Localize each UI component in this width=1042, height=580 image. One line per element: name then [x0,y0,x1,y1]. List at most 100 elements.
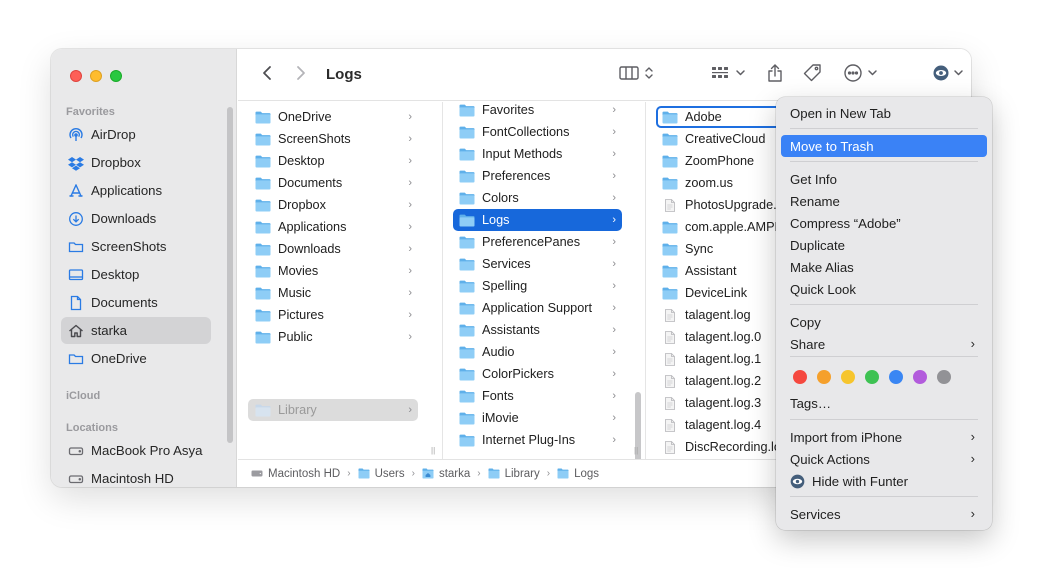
folder-icon [255,177,271,189]
tag-color-dot[interactable] [865,370,879,384]
folder-row[interactable]: ScreenShots › [248,128,418,150]
folder-row[interactable]: Logs › [453,209,622,231]
tag-color-dot[interactable] [793,370,807,384]
file-row[interactable]: PhotosUpgrade.l [656,194,776,216]
folder-icon [662,155,678,167]
folder-row[interactable]: Fonts › [453,385,622,407]
tag-color-dot[interactable] [817,370,831,384]
menu-item-make-alias[interactable]: Make Alias [781,256,987,278]
menu-item-share[interactable]: Share › [781,333,987,355]
folder-row[interactable]: Assistant [656,260,776,282]
folder-row[interactable]: Downloads › [248,238,418,260]
sidebar-item-starka[interactable]: starka [61,317,211,344]
zoom-window-button[interactable] [110,70,122,82]
sidebar-item-onedrive[interactable]: OneDrive [61,345,211,372]
file-row[interactable]: talagent.log [656,304,776,326]
menu-item-import-from-iphone[interactable]: Import from iPhone › [781,426,987,448]
folder-row[interactable]: FontCollections › [453,121,622,143]
folder-row[interactable]: ZoomPhone [656,150,776,172]
folder-row[interactable]: Desktop › [248,150,418,172]
folder-row[interactable]: Application Support › [453,297,622,319]
sidebar-item-macbook-pro[interactable]: MacBook Pro Asya [61,437,211,464]
share-button[interactable] [764,63,786,87]
sidebar-item-applications[interactable]: Applications [61,177,211,204]
menu-item-hide-with-funter[interactable]: Hide with Funter [781,470,987,492]
path-segment-label: Library [504,467,540,480]
folder-row[interactable]: com.apple.AMPL [656,216,776,238]
folder-row[interactable]: Favorites › [453,102,622,121]
folder-row[interactable]: Pictures › [248,304,418,326]
path-segment[interactable]: Logs [557,468,599,480]
path-segment[interactable]: Users [358,468,405,480]
file-row[interactable]: talagent.log.2 [656,370,776,392]
sidebar-item-macintosh-hd[interactable]: Macintosh HD [61,465,211,487]
forward-button[interactable] [292,63,310,87]
menu-item-quick-actions[interactable]: Quick Actions › [781,448,987,470]
file-row[interactable]: DiscRecording.lo [656,436,776,458]
folder-row[interactable]: iMovie › [453,407,622,429]
folder-row[interactable]: Internet Plug-Ins › [453,429,622,451]
folder-row[interactable]: Assistants › [453,319,622,341]
menu-item-rename[interactable]: Rename [781,190,987,212]
tag-color-dot[interactable] [913,370,927,384]
folder-row[interactable]: DeviceLink [656,282,776,304]
back-button[interactable] [258,63,276,87]
sidebar-scrollbar[interactable] [227,107,233,443]
funter-button[interactable] [932,63,966,87]
menu-item-duplicate[interactable]: Duplicate [781,234,987,256]
column-resize-handle[interactable]: || [634,446,638,455]
folder-row[interactable]: Movies › [248,260,418,282]
path-segment[interactable]: Library [488,468,540,480]
menu-item-compress-adobe[interactable]: Compress “Adobe” [781,212,987,234]
menu-item-open-in-new-tab[interactable]: Open in New Tab [781,102,987,124]
menu-item-services[interactable]: Services › [781,503,987,525]
tag-color-dot[interactable] [841,370,855,384]
tag-button[interactable] [802,63,824,87]
folder-row[interactable]: Music › [248,282,418,304]
file-row[interactable]: talagent.log.1 [656,348,776,370]
folder-row[interactable]: zoom.us [656,172,776,194]
folder-row[interactable]: Colors › [453,187,622,209]
menu-item-quick-look[interactable]: Quick Look [781,278,987,300]
folder-row[interactable]: Services › [453,253,622,275]
menu-item-copy[interactable]: Copy [781,311,987,333]
folder-row[interactable]: OneDrive › [248,106,418,128]
folder-row[interactable]: CreativeCloud [656,128,776,150]
close-window-button[interactable] [70,70,82,82]
folder-row[interactable]: ColorPickers › [453,363,622,385]
folder-row[interactable]: Preferences › [453,165,622,187]
sidebar-item-screenshots[interactable]: ScreenShots [61,233,211,260]
column-resize-handle[interactable]: || [431,446,435,455]
folder-row[interactable]: Spelling › [453,275,622,297]
folder-row[interactable]: Dropbox › [248,194,418,216]
sidebar-item-dropbox[interactable]: Dropbox [61,149,211,176]
file-row[interactable]: talagent.log.0 [656,326,776,348]
menu-item-move-to-trash[interactable]: Move to Trash [781,135,987,157]
more-actions-button[interactable] [842,63,882,87]
folder-row[interactable]: Library › [248,399,418,421]
minimize-window-button[interactable] [90,70,102,82]
file-row[interactable]: talagent.log.3 [656,392,776,414]
folder-row[interactable]: Audio › [453,341,622,363]
file-row[interactable]: talagent.log.4 [656,414,776,436]
tag-color-dot[interactable] [889,370,903,384]
sidebar-item-desktop[interactable]: Desktop [61,261,211,288]
folder-row[interactable]: Sync [656,238,776,260]
folder-icon [459,302,475,314]
folder-row[interactable]: Applications › [248,216,418,238]
menu-item-tags[interactable]: Tags… [781,392,987,414]
tag-color-dot[interactable] [937,370,951,384]
folder-row[interactable]: Public › [248,326,418,348]
folder-row[interactable]: Documents › [248,172,418,194]
menu-item-get-info[interactable]: Get Info [781,168,987,190]
folder-row[interactable]: Adobe [656,106,776,128]
folder-row[interactable]: Input Methods › [453,143,622,165]
group-button[interactable] [710,63,748,87]
folder-row[interactable]: PreferencePanes › [453,231,622,253]
sidebar-item-documents[interactable]: Documents [61,289,211,316]
path-segment[interactable]: starka [422,468,470,480]
sidebar-item-airdrop[interactable]: AirDrop [61,121,211,148]
sidebar-item-downloads[interactable]: Downloads [61,205,211,232]
view-mode-button[interactable] [618,63,658,87]
path-segment[interactable]: Macintosh HD [251,468,340,480]
